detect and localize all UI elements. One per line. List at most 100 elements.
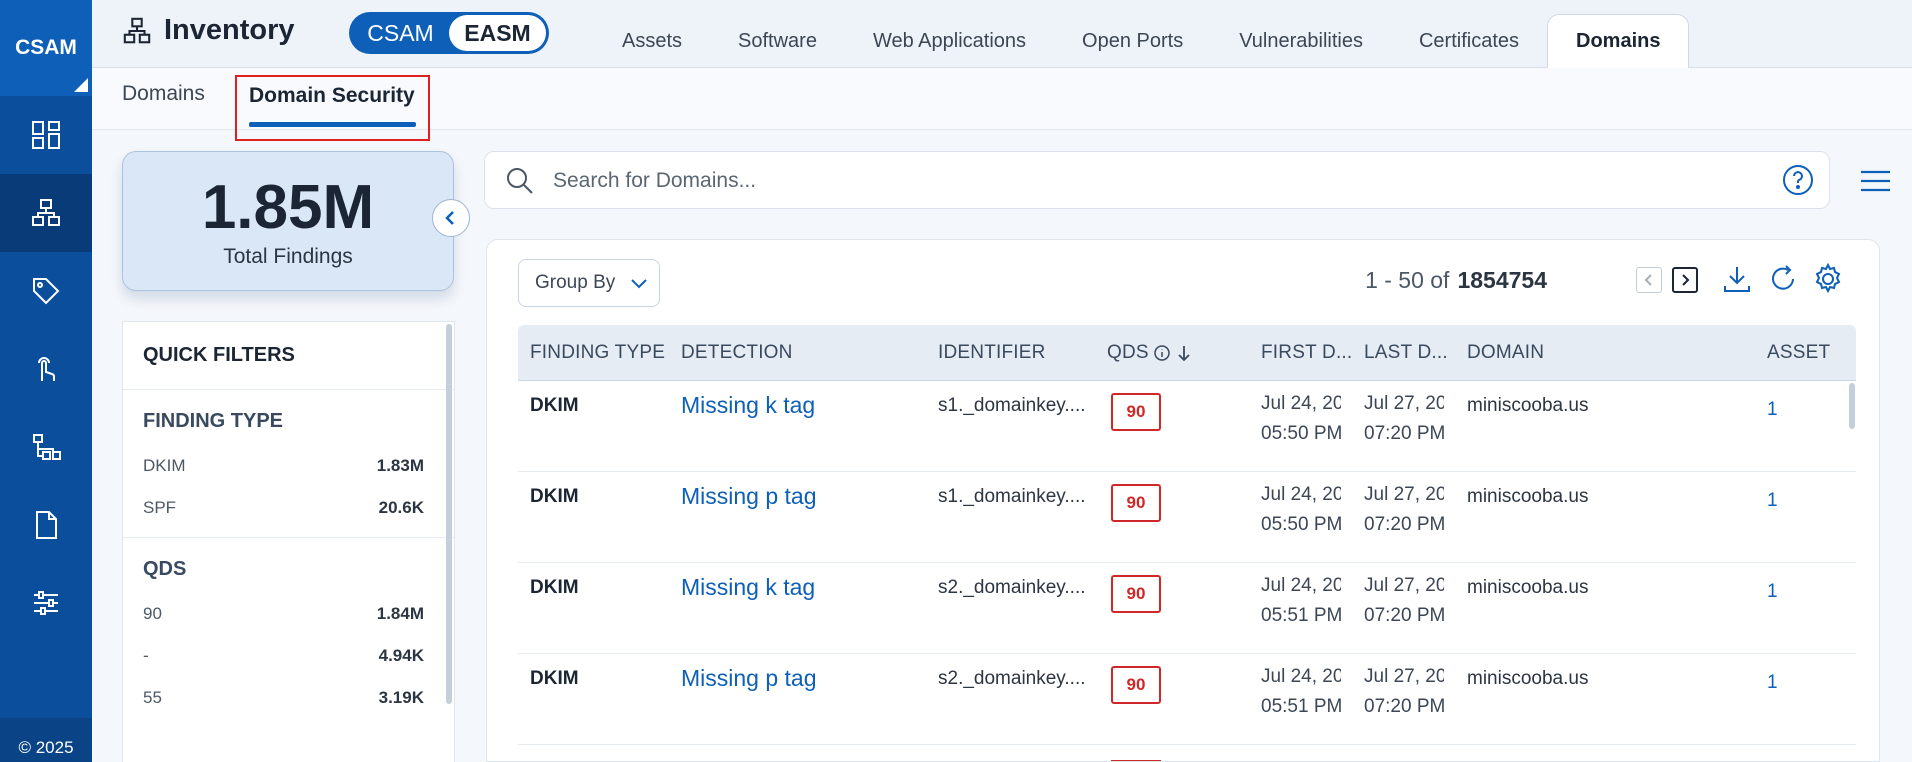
tab-web-applications[interactable]: Web Applications [845,14,1054,68]
previous-page-button[interactable] [1636,267,1662,293]
table-row[interactable]: DKIM Missing p tag s2._domainkey.... 90 … [518,654,1856,745]
search-icon [507,168,533,194]
cell-identifier: s1._domainkey.... [938,486,1084,507]
cell-domain: miniscooba.us [1467,395,1589,416]
filter-option[interactable]: 55 3.19K [143,677,434,719]
chevron-left-icon [1644,274,1652,286]
brand-label: CSAM [15,36,77,59]
total-findings-label: Total Findings [223,245,353,268]
cell-detection-link[interactable]: Missing k tag [681,574,815,601]
filter-option-label: 90 [143,604,162,623]
cell-asset-link[interactable]: 1 [1767,581,1778,603]
filter-section-finding-type: FINDING TYPE DKIM 1.83M SPF 20.6K [123,390,454,538]
column-header-detection[interactable]: DETECTION [681,342,793,364]
cell-identifier: s1._domainkey.... [938,395,1084,416]
hamburger-menu-icon[interactable] [1859,166,1892,196]
filter-option-label: DKIM [143,456,186,475]
cell-asset-link[interactable]: 1 [1767,399,1778,421]
cell-detection-link[interactable]: Missing p tag [681,483,817,510]
results-panel: Group By 1 - 50 of 1854754 FINDING TYPE D… [486,239,1880,762]
quick-filters-title: QUICK FILTERS [123,322,454,390]
top-header: Inventory CSAM EASM Assets Software Web … [92,0,1912,68]
app-switcher[interactable]: CSAM [0,0,92,96]
pagination-total: 1854754 [1457,267,1547,293]
nav-reports[interactable] [0,486,92,564]
column-header-asset[interactable]: ASSET [1767,342,1830,364]
filter-option[interactable]: DKIM 1.83M [143,445,434,487]
help-icon[interactable] [1781,163,1815,197]
table-row[interactable]: DKIM Missing p tag s1._domainkey.... 90 … [518,472,1856,563]
table-row[interactable]: DKIM Missing k tag s2._domainkey.... 90 … [518,563,1856,654]
column-header-domain[interactable]: DOMAIN [1467,342,1544,364]
cell-asset-link[interactable]: 1 [1767,672,1778,694]
table-row[interactable]: DKIM Missing k tag s1._domainkey.... 90 … [518,381,1856,472]
cell-detection-link[interactable]: Missing p tag [681,665,817,692]
nav-responses[interactable] [0,330,92,408]
csam-easm-toggle[interactable]: CSAM EASM [349,12,549,54]
filter-section-title: QDS [143,558,187,580]
cell-asset-link[interactable]: 1 [1767,490,1778,512]
next-page-button[interactable] [1672,267,1698,293]
filter-option-label: 55 [143,688,162,707]
nav-settings[interactable] [0,564,92,642]
toggle-easm[interactable]: EASM [449,15,546,51]
nav-tags[interactable] [0,252,92,330]
first-detected-date: Jul 24, 20 [1261,575,1341,596]
column-header-qds[interactable]: QDS [1107,342,1193,364]
cell-identifier: s2._domainkey.... [938,668,1084,689]
first-detected-date: Jul 24, 20 [1261,666,1341,687]
filter-option[interactable]: - 4.94K [143,635,434,677]
cell-identifier: s2._domainkey.... [938,577,1084,598]
filter-option[interactable]: 90 1.84M [143,593,434,635]
search-input[interactable] [553,164,1653,198]
column-header-first-detected[interactable]: FIRST D... [1261,342,1352,364]
cell-last-detected: Jul 27, 20 07:20 PM [1364,571,1444,631]
refresh-icon[interactable] [1766,262,1800,296]
tab-certificates[interactable]: Certificates [1391,14,1547,68]
download-icon[interactable] [1720,262,1754,296]
group-by-dropdown[interactable]: Group By [518,259,660,307]
cell-finding-type: DKIM [530,577,579,598]
tab-software[interactable]: Software [710,14,845,68]
touch-icon [38,357,55,381]
sub-tabs: Domains Domain Security [92,68,1912,141]
nav-dashboard[interactable] [0,96,92,174]
column-header-finding-type[interactable]: FINDING TYPE [530,342,665,364]
tab-domains[interactable]: Domains [1547,14,1690,68]
total-findings-card: 1.85M Total Findings [122,151,454,291]
chevron-right-icon [1682,274,1690,286]
filters-scrollbar[interactable] [446,324,452,704]
table-scrollbar[interactable] [1849,383,1855,429]
tab-vulnerabilities[interactable]: Vulnerabilities [1211,14,1391,68]
filter-option-count: 4.94K [378,646,424,665]
qds-badge: 90 [1111,575,1161,613]
cell-first-detected: Jul 24, 20 05:50 PM [1261,389,1341,449]
column-header-last-detected[interactable]: LAST D... [1364,342,1448,364]
app-switcher-corner-icon [74,78,88,92]
qds-badge: 90 [1111,666,1161,704]
subtab-domain-security[interactable]: Domain Security [235,75,430,141]
collapse-panel-button[interactable] [432,199,470,237]
cell-domain: miniscooba.us [1467,668,1589,689]
filter-option[interactable]: SPF 20.6K [143,487,434,529]
page-title-text: Inventory [164,14,295,46]
sort-descending-icon[interactable] [1175,344,1193,362]
total-findings-value: 1.85M [201,173,375,242]
nav-network[interactable] [0,408,92,486]
last-detected-time: 07:20 PM [1364,514,1444,535]
cell-detection-link[interactable]: Missing k tag [681,392,815,419]
tab-open-ports[interactable]: Open Ports [1054,14,1211,68]
column-header-identifier[interactable]: IDENTIFIER [938,342,1046,364]
subtab-domains[interactable]: Domains [122,82,205,106]
filter-option-count: 20.6K [378,498,424,517]
last-detected-date: Jul 27, 20 [1364,666,1444,687]
info-icon[interactable] [1153,344,1171,362]
tab-assets[interactable]: Assets [594,14,710,68]
qds-badge: 90 [1111,484,1161,522]
left-nav-rail: CSAM © 2025 [0,0,92,762]
cell-last-detected: Jul 27, 20 07:20 PM [1364,480,1444,540]
nav-inventory[interactable] [0,174,92,252]
toggle-csam[interactable]: CSAM [352,15,449,51]
cell-finding-type: DKIM [530,395,579,416]
gear-icon[interactable] [1811,262,1845,296]
